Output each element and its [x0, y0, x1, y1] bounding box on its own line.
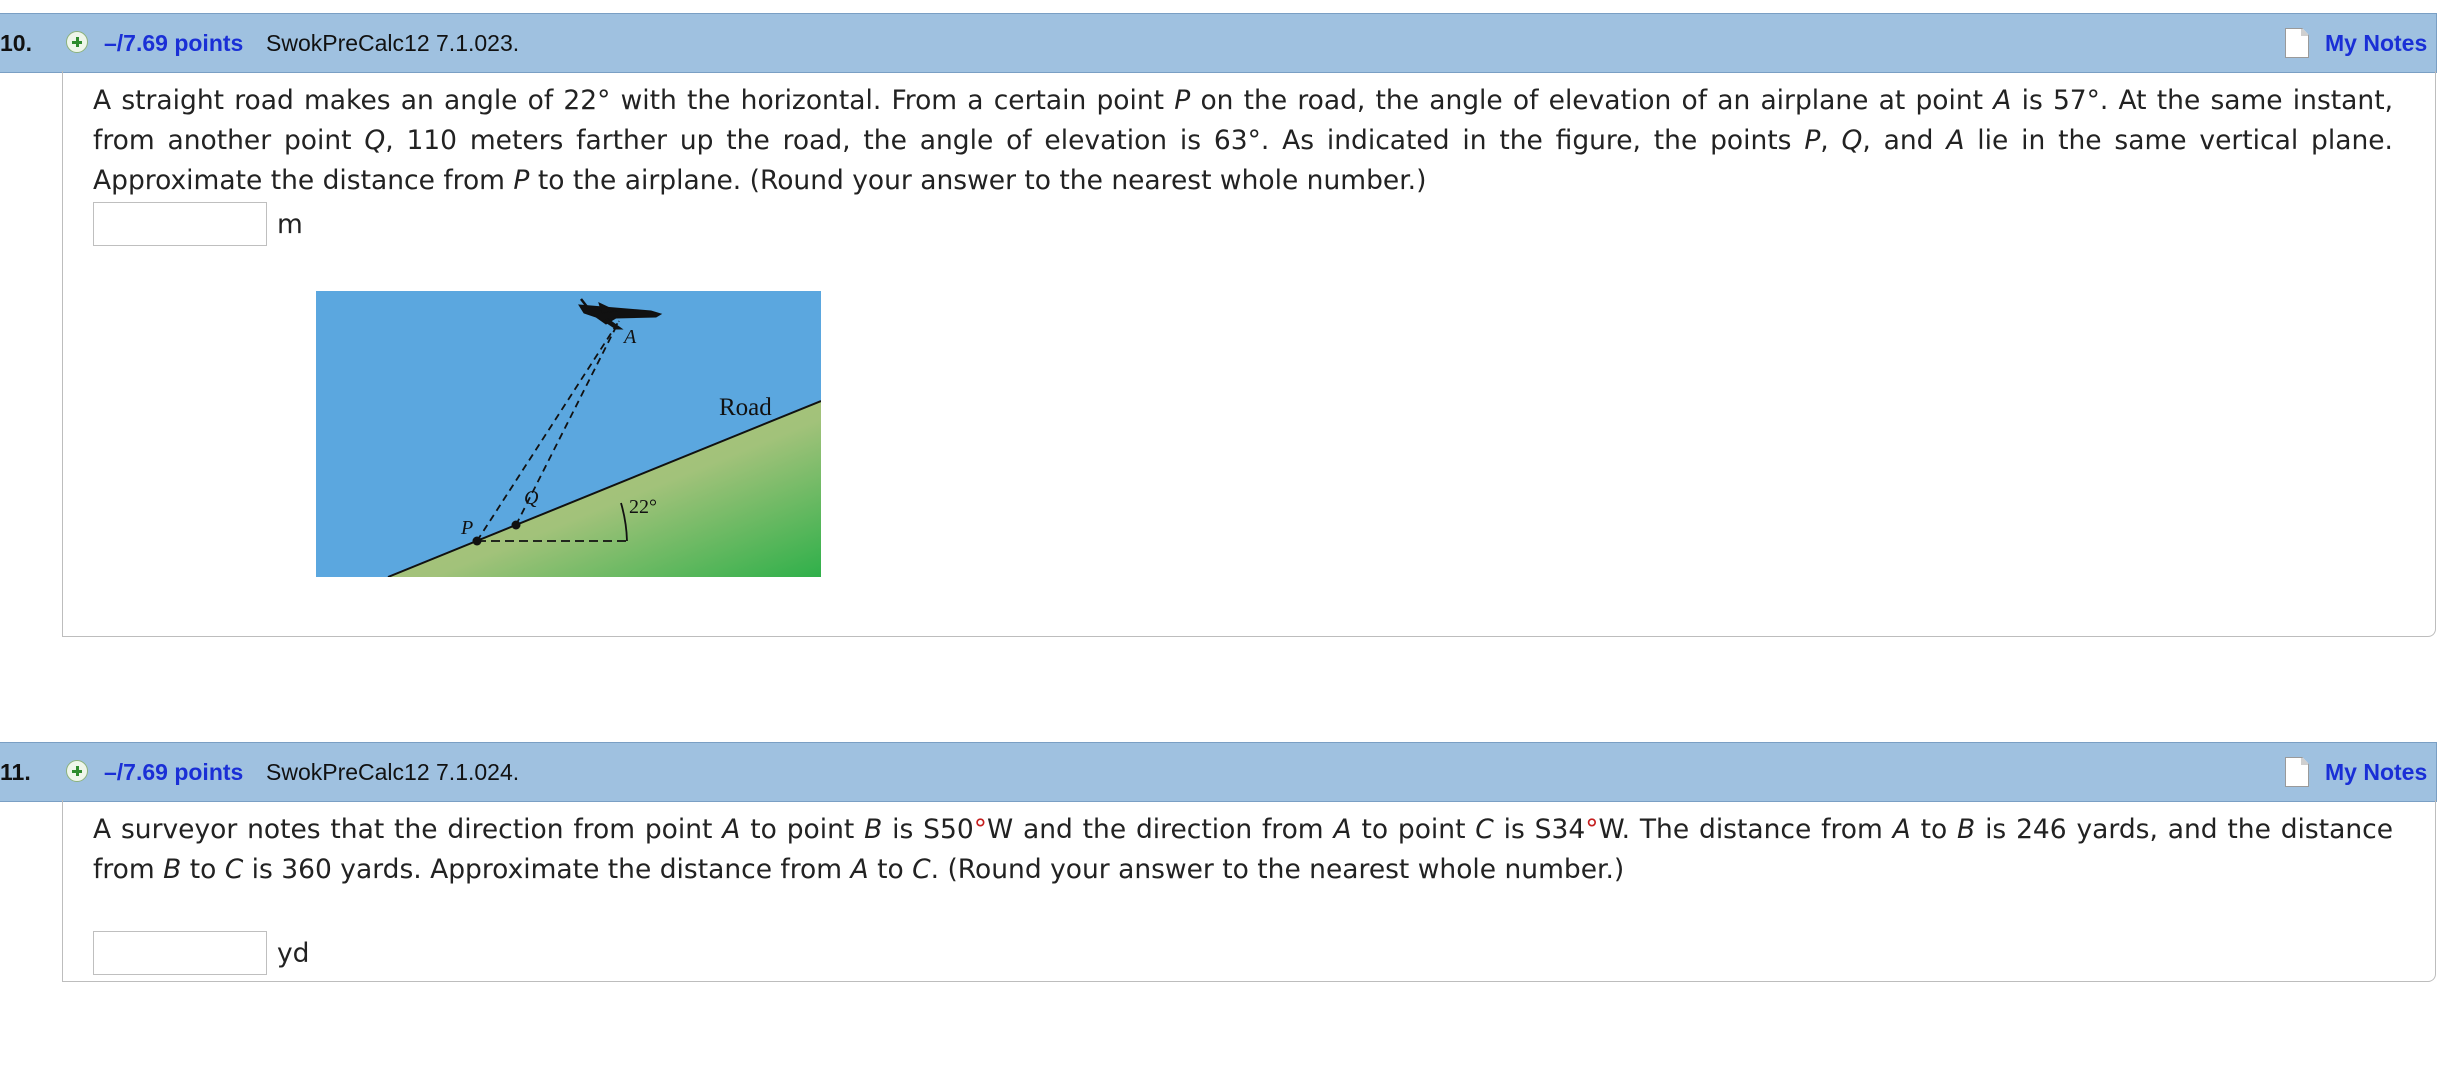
label-q: Q [524, 487, 539, 509]
problem-figure: A Road Q P 22° [316, 291, 821, 577]
question-number: 11. [0, 759, 31, 785]
points-link[interactable]: –/7.69 points [104, 30, 243, 57]
question-reference: SwokPreCalc12 7.1.023. [266, 30, 520, 56]
answer-input[interactable] [93, 931, 267, 975]
degree-symbol: ° [1585, 814, 1599, 845]
question-body: A straight road makes an angle of 22° wi… [62, 71, 2436, 637]
question-text: A straight road makes an angle of 22° wi… [93, 85, 2394, 196]
question-header: 10. –/7.69 points SwokPreCalc12 7.1.023.… [0, 13, 2437, 73]
unit-label: m [277, 209, 303, 240]
unit-label: yd [277, 938, 310, 969]
note-icon[interactable] [2285, 28, 2309, 58]
my-notes-label[interactable]: My Notes [2325, 30, 2427, 57]
my-notes-label[interactable]: My Notes [2325, 759, 2427, 786]
question-number: 10. [0, 30, 32, 56]
question-reference: SwokPreCalc12 7.1.024. [266, 759, 520, 785]
answer-input[interactable] [93, 202, 267, 246]
label-road: Road [719, 394, 772, 421]
label-p: P [460, 517, 473, 539]
point-q [511, 520, 521, 530]
plus-icon[interactable] [66, 760, 88, 782]
plus-icon[interactable] [66, 31, 88, 53]
note-icon[interactable] [2285, 757, 2309, 787]
label-a: A [622, 326, 637, 348]
question-body: A surveyor notes that the direction from… [62, 800, 2436, 982]
point-p [472, 536, 482, 546]
degree-symbol: ° [973, 814, 987, 845]
points-link[interactable]: –/7.69 points [104, 759, 243, 786]
question-text: A surveyor notes that the direction from… [93, 814, 2394, 885]
label-angle: 22° [629, 496, 657, 518]
question-header: 11. –/7.69 points SwokPreCalc12 7.1.024.… [0, 742, 2437, 802]
